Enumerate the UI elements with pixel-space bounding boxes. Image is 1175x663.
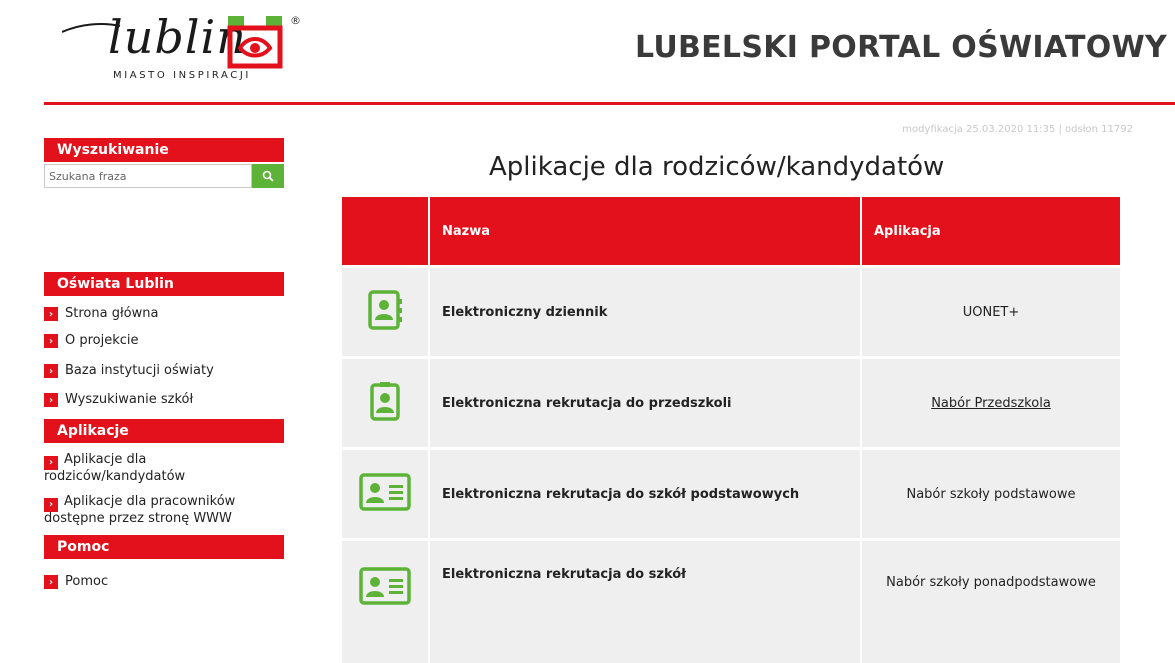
nav-item-label: Aplikacje dla pracowników dostępne przez… bbox=[44, 494, 236, 526]
chevron-right-icon: › bbox=[44, 393, 58, 407]
lublin-goat-emblem-icon bbox=[227, 16, 283, 69]
table-row: Elektroniczny dziennik UONET+ bbox=[342, 265, 1120, 356]
id-badge-icon bbox=[370, 382, 400, 421]
contact-book-icon bbox=[368, 290, 402, 330]
chevron-right-icon: › bbox=[44, 575, 58, 589]
chevron-right-icon: › bbox=[44, 307, 58, 321]
row-name: Elektroniczna rekrutacja do przedszkoli bbox=[430, 356, 862, 447]
sidebar: Wyszukiwanie Oświata Lublin › Strona głó… bbox=[44, 138, 284, 598]
row-app: Nabór szkoły podstawowe bbox=[862, 447, 1120, 538]
table-header-row: Nazwa Aplikacja bbox=[342, 197, 1120, 265]
nav-item-label: Aplikacje dla rodziców/kandydatów bbox=[44, 452, 186, 484]
table-header-icon bbox=[342, 197, 430, 265]
search-button[interactable] bbox=[252, 164, 284, 188]
nav-item-wyszukiwanie-szkol[interactable]: › Wyszukiwanie szkół bbox=[44, 392, 284, 419]
lublin-logo[interactable]: lublin ® MIASTO INSPIRACJI bbox=[62, 4, 322, 84]
row-app: Nabór szkoły ponadpodstawowe bbox=[862, 538, 1120, 663]
nav-item-label: Pomoc bbox=[65, 574, 109, 589]
nav-item-pomoc[interactable]: › Pomoc bbox=[44, 574, 284, 598]
page-title: Aplikacje dla rodziców/kandydatów bbox=[489, 152, 945, 182]
row-name: Elektroniczny dziennik bbox=[430, 265, 862, 356]
row-app: Nabór Przedszkola bbox=[862, 356, 1120, 447]
id-card-icon bbox=[359, 473, 411, 511]
nav-item-label: O projekcie bbox=[65, 333, 139, 348]
row-name: Elektroniczna rekrutacja do szkół bbox=[430, 538, 862, 663]
search-icon bbox=[262, 170, 274, 182]
logo-tagline: MIASTO INSPIRACJI bbox=[113, 70, 251, 81]
applications-table: Nazwa Aplikacja Elektroniczny dziennik U… bbox=[342, 197, 1120, 663]
table-row: Elektroniczna rekrutacja do szkół podsta… bbox=[342, 447, 1120, 538]
app-link-nabor-przedszkola[interactable]: Nabór Przedszkola bbox=[931, 396, 1051, 411]
table-row: Elektroniczna rekrutacja do przedszkoli … bbox=[342, 356, 1120, 447]
row-icon-cell bbox=[342, 447, 430, 538]
row-icon-cell bbox=[342, 265, 430, 356]
nav-item-label: Baza instytucji oświaty bbox=[65, 363, 214, 378]
chevron-right-icon: › bbox=[44, 364, 58, 378]
search-heading: Wyszukiwanie bbox=[44, 138, 284, 162]
nav-heading-oswiata: Oświata Lublin bbox=[44, 272, 284, 296]
nav-item-o-projekcie[interactable]: › O projekcie bbox=[44, 333, 284, 363]
nav-heading-pomoc: Pomoc bbox=[44, 535, 284, 559]
chevron-right-icon: › bbox=[44, 334, 58, 348]
nav-item-baza-instytucji[interactable]: › Baza instytucji oświaty bbox=[44, 363, 284, 392]
chevron-right-icon: › bbox=[44, 455, 58, 470]
nav-heading-aplikacje: Aplikacje bbox=[44, 419, 284, 443]
table-row: Elektroniczna rekrutacja do szkół Nabór … bbox=[342, 538, 1120, 663]
nav-item-aplikacje-rodzicow[interactable]: › Aplikacje dla rodziców/kandydatów bbox=[44, 453, 284, 495]
portal-title: LUBELSKI PORTAL OŚWIATOWY bbox=[634, 30, 1167, 65]
search-form bbox=[44, 164, 284, 188]
id-card-icon bbox=[359, 567, 411, 605]
nav-item-label: Wyszukiwanie szkół bbox=[65, 392, 194, 407]
page-meta: modyfikacja 25.03.2020 11:35 | odsłon 11… bbox=[902, 124, 1133, 135]
logo-registered-mark: ® bbox=[290, 14, 301, 27]
row-name: Elektroniczna rekrutacja do szkół podsta… bbox=[430, 447, 862, 538]
search-input[interactable] bbox=[44, 164, 252, 188]
chevron-right-icon: › bbox=[44, 497, 58, 512]
nav-item-strona-glowna[interactable]: › Strona główna bbox=[44, 306, 284, 333]
nav-item-label: Strona główna bbox=[65, 306, 159, 321]
header-divider bbox=[44, 102, 1175, 105]
row-app: UONET+ bbox=[862, 265, 1120, 356]
table-header-name: Nazwa bbox=[430, 197, 862, 265]
row-icon-cell bbox=[342, 356, 430, 447]
nav-item-aplikacje-pracownikow[interactable]: › Aplikacje dla pracowników dostępne prze… bbox=[44, 495, 284, 535]
row-icon-cell bbox=[342, 538, 430, 663]
table-header-app: Aplikacja bbox=[862, 197, 1120, 265]
